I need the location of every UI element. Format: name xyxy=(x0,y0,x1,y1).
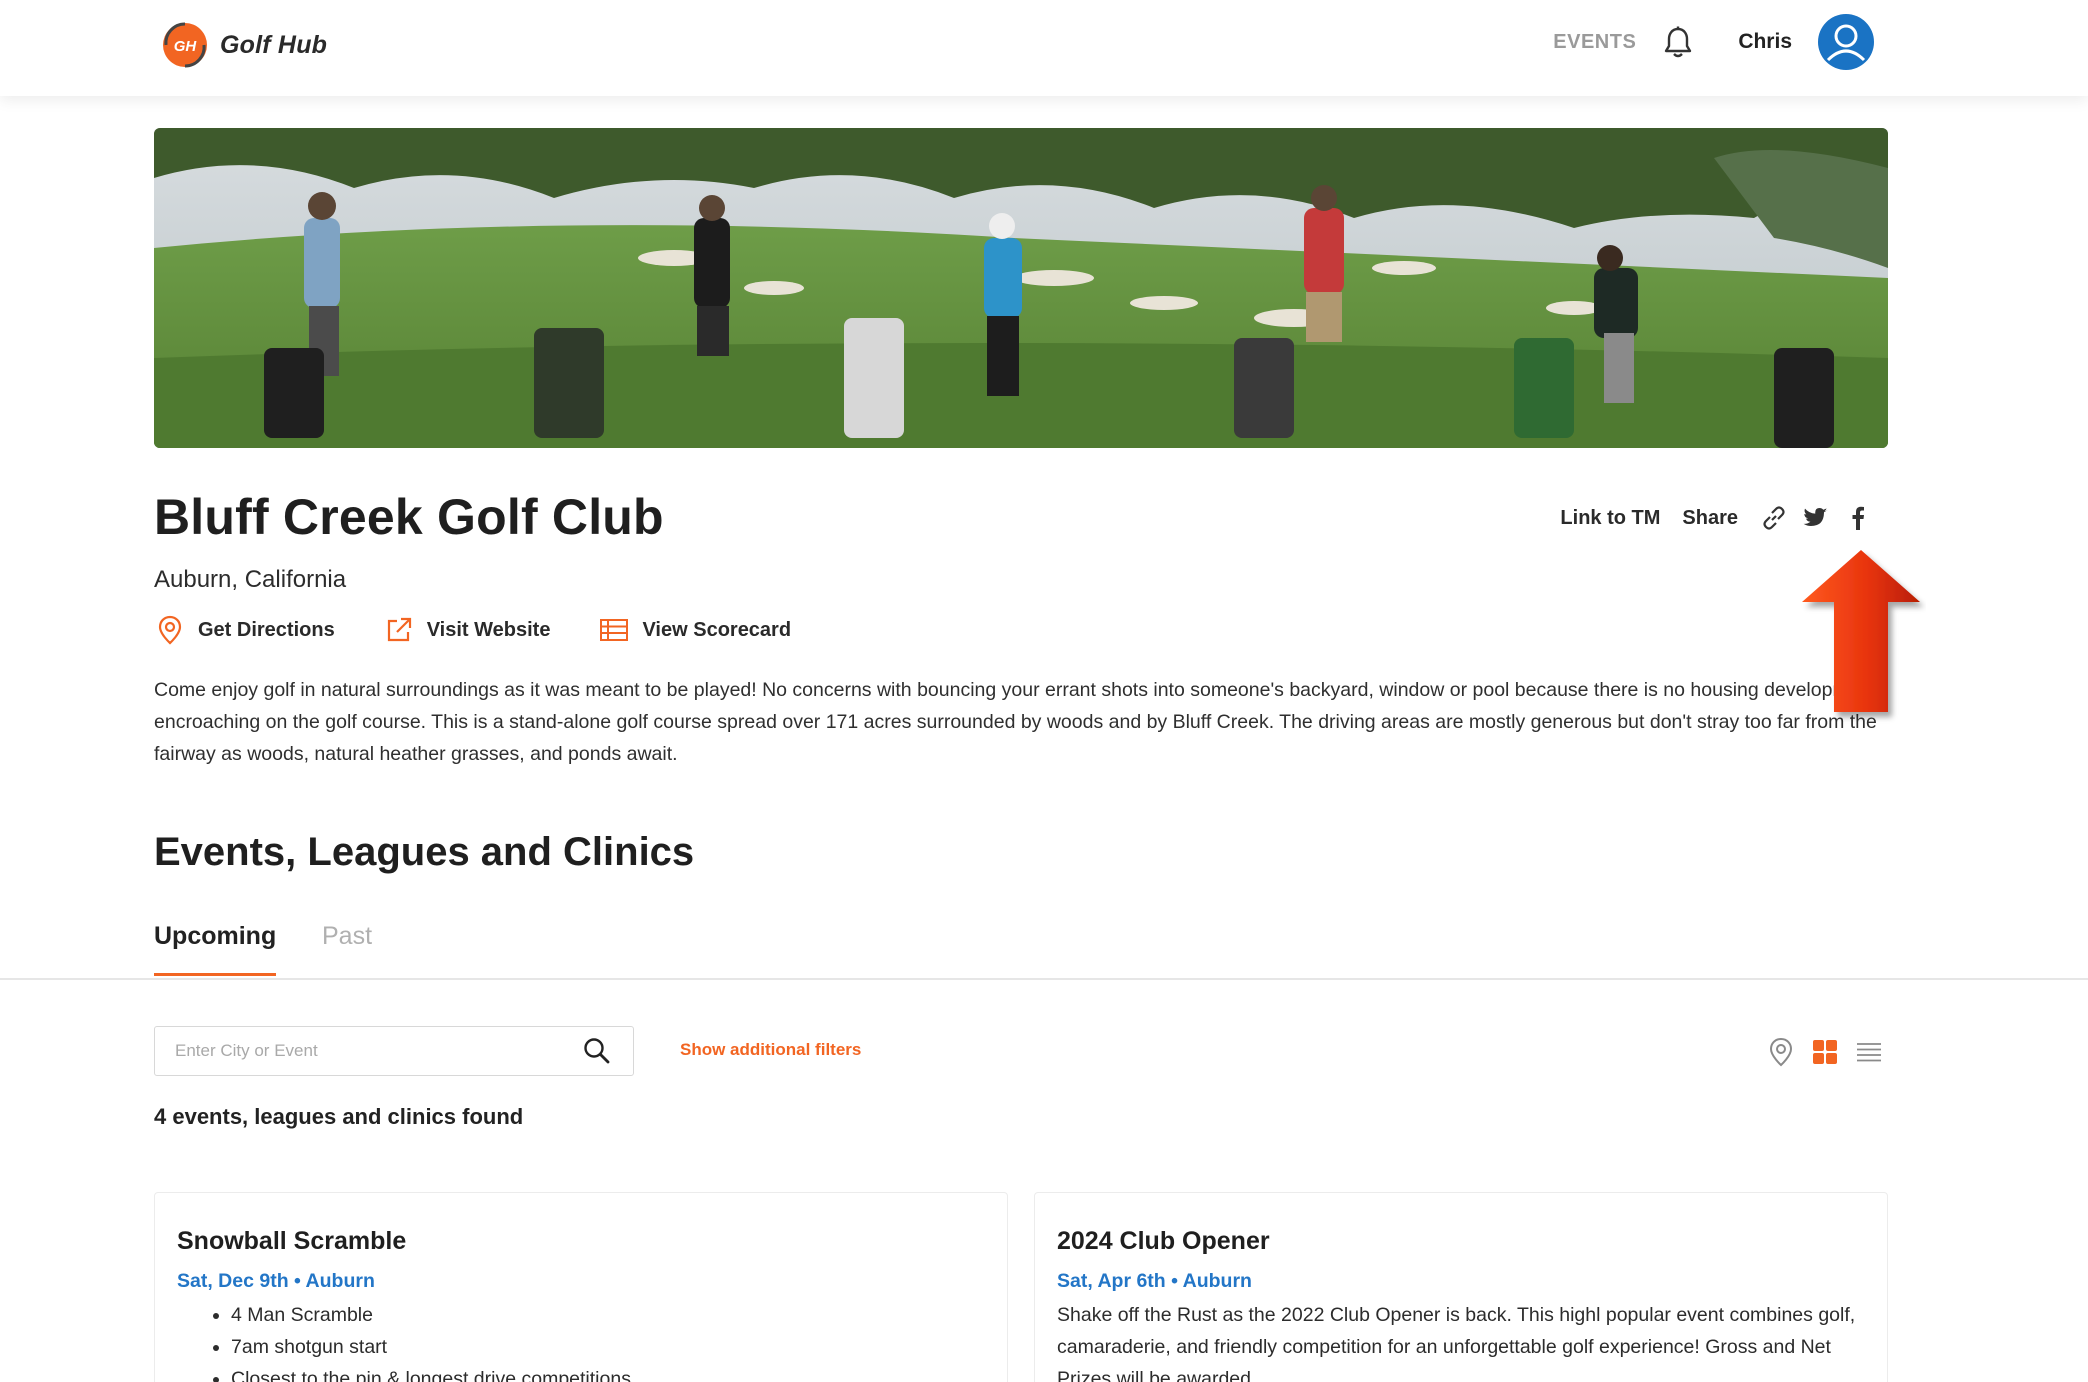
search-input[interactable] xyxy=(175,1041,581,1061)
logo-initials: GH xyxy=(174,38,198,55)
list-item: Closest to the pin & longest drive compe… xyxy=(231,1363,985,1382)
event-card[interactable]: Snowball Scramble Sat, Dec 9th • Auburn … xyxy=(154,1192,1008,1382)
get-directions-label: Get Directions xyxy=(198,618,335,641)
list-item: 4 Man Scramble xyxy=(231,1299,985,1331)
event-card-date-location: Sat, Apr 6th • Auburn xyxy=(1057,1270,1252,1292)
view-scorecard-label: View Scorecard xyxy=(642,618,792,641)
event-card-title[interactable]: 2024 Club Opener xyxy=(1057,1227,1865,1256)
event-card-title[interactable]: Snowball Scramble xyxy=(177,1227,985,1256)
course-description: Come enjoy golf in natural surroundings … xyxy=(154,679,1877,765)
map-view-icon[interactable] xyxy=(1766,1036,1796,1068)
user-name[interactable]: Chris xyxy=(1738,30,1792,54)
map-pin-icon xyxy=(154,614,186,646)
top-header: GH Golf Hub EVENTS Chris xyxy=(0,0,2088,96)
course-title: Bluff Creek Golf Club xyxy=(154,489,664,545)
tab-upcoming[interactable]: Upcoming xyxy=(154,922,277,976)
search-icon[interactable] xyxy=(581,1035,613,1067)
grid-view-icon[interactable] xyxy=(1810,1036,1840,1068)
course-location: Auburn, California xyxy=(154,566,347,593)
event-card-description: Shake off the Rust as the 2022 Club Open… xyxy=(1057,1304,1856,1382)
show-filters-link[interactable]: Show additional filters xyxy=(680,1040,861,1060)
visit-website-label: Visit Website xyxy=(426,618,551,641)
get-directions-link[interactable]: Get Directions xyxy=(154,614,335,646)
event-card-bullets: 4 Man Scramble 7am shotgun start Closest… xyxy=(231,1299,985,1382)
course-hero-image xyxy=(154,128,1888,448)
view-scorecard-link[interactable]: View Scorecard xyxy=(598,614,791,646)
scorecard-icon xyxy=(598,614,630,646)
events-tabs: Upcoming Past xyxy=(0,908,2088,980)
bell-icon[interactable] xyxy=(1662,24,1694,60)
brand-name: Golf Hub xyxy=(220,30,328,59)
event-search-box xyxy=(154,1026,634,1076)
results-count: 4 events, leagues and clinics found xyxy=(154,1104,524,1129)
twitter-icon[interactable] xyxy=(1800,502,1832,534)
event-card-date-location: Sat, Dec 9th • Auburn xyxy=(177,1270,375,1292)
share-row: Link to TM Share xyxy=(1538,500,1874,536)
view-toggles xyxy=(1766,1036,1884,1068)
course-actions: Get Directions Visit Website View Scorec… xyxy=(154,614,839,646)
tab-past[interactable]: Past xyxy=(322,922,372,971)
logo-badge-icon: GH xyxy=(158,18,212,72)
external-link-icon xyxy=(383,614,415,646)
link-icon[interactable] xyxy=(1758,502,1790,534)
visit-website-link[interactable]: Visit Website xyxy=(383,614,551,646)
facebook-icon[interactable] xyxy=(1842,502,1874,534)
list-item: 7am shotgun start xyxy=(231,1331,985,1363)
link-to-tm-link[interactable]: Link to TM xyxy=(1560,507,1660,530)
golf-hub-logo[interactable]: GH Golf Hub xyxy=(158,18,327,72)
red-arrow-annotation xyxy=(1802,550,1920,712)
list-view-icon[interactable] xyxy=(1854,1036,1884,1068)
share-label: Share xyxy=(1682,506,1738,529)
top-nav: EVENTS Chris xyxy=(1553,14,1874,70)
nav-events-link[interactable]: EVENTS xyxy=(1553,31,1636,54)
avatar[interactable] xyxy=(1818,14,1874,70)
events-section-title: Events, Leagues and Clinics xyxy=(154,830,695,874)
event-card[interactable]: 2024 Club Opener Sat, Apr 6th • Auburn S… xyxy=(1034,1192,1888,1382)
